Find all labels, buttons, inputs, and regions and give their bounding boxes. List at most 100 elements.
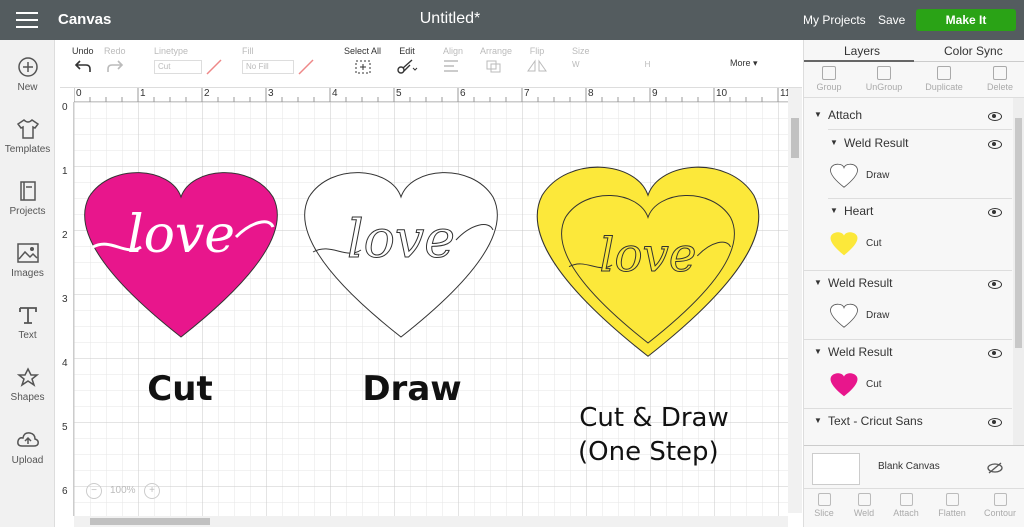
canvas-horizontal-scrollbar[interactable] [74, 516, 788, 527]
select-all-button[interactable]: Select All [344, 46, 381, 77]
chevron-down-icon[interactable]: ▼ [814, 416, 822, 425]
sidebar-item-images[interactable]: Images [0, 242, 55, 279]
my-projects-link[interactable]: My Projects [803, 13, 866, 27]
sidebar-label: New [17, 82, 38, 93]
more-label: More [730, 58, 751, 68]
make-it-button[interactable]: Make It [916, 9, 1016, 31]
shirt-icon [16, 119, 39, 139]
draw-label[interactable]: Draw [362, 369, 461, 409]
arrange-button[interactable]: Arrange [480, 46, 512, 75]
cut-draw-label[interactable]: Cut & Draw [579, 403, 729, 433]
zoom-in-icon[interactable]: + [144, 483, 160, 499]
blank-canvas-row[interactable]: Blank Canvas [804, 445, 1024, 488]
layer-group-weld-result[interactable]: ▼ Weld Result [804, 136, 1012, 156]
sidebar-item-projects[interactable]: Projects [0, 180, 55, 217]
align-label: Align [442, 46, 463, 56]
arrange-icon [486, 60, 501, 73]
redo-icon [106, 60, 123, 72]
fill-control[interactable]: Fill No Fill [242, 46, 315, 75]
sidebar-item-text[interactable]: Text [0, 304, 55, 341]
one-step-label[interactable]: (One Step) [578, 437, 719, 467]
size-w-label: W [572, 60, 580, 69]
scrollbar-thumb[interactable] [90, 518, 210, 525]
eye-icon[interactable] [988, 280, 1002, 289]
layers-scrollbar[interactable] [1013, 98, 1024, 445]
eye-icon[interactable] [988, 112, 1002, 121]
delete-button[interactable]: Delete [978, 66, 1022, 92]
cut-label[interactable]: Cut [147, 369, 212, 409]
weld-button[interactable]: Weld [844, 493, 884, 518]
text-icon [18, 307, 37, 324]
sidebar-label: Templates [4, 144, 51, 155]
layer-item-draw[interactable]: Draw [804, 302, 1012, 332]
size-control[interactable]: Size W H [572, 46, 650, 69]
slice-button[interactable]: Slice [804, 493, 844, 518]
scrollbar-thumb[interactable] [1015, 118, 1022, 348]
sidebar-label: Upload [11, 455, 44, 466]
chevron-down-icon[interactable]: ▼ [830, 206, 838, 215]
eye-icon[interactable] [988, 140, 1002, 149]
chevron-down-icon[interactable]: ▼ [814, 278, 822, 287]
contour-button[interactable]: Contour [980, 493, 1020, 518]
canvas-vertical-scrollbar[interactable] [788, 88, 802, 513]
blank-canvas-swatch[interactable] [812, 453, 860, 485]
linetype-select[interactable]: Cut [154, 60, 202, 75]
design-canvas[interactable]: 0 1 2 3 4 5 6 7 8 9 10 11 0 1 2 3 4 5 6 [60, 88, 802, 527]
duplicate-button[interactable]: Duplicate [922, 66, 966, 92]
fill-label: Fill [242, 46, 254, 56]
align-button[interactable]: Align [442, 46, 464, 75]
chevron-down-icon[interactable]: ▼ [814, 110, 822, 119]
scrollbar-thumb[interactable] [791, 118, 799, 158]
chevron-down-icon[interactable]: ▼ [814, 347, 822, 356]
edit-button[interactable]: Edit [396, 46, 418, 77]
love-yellow-text: love [600, 228, 697, 282]
canvas-grid[interactable]: love love love Cut Draw Cut & Draw (One … [74, 102, 788, 516]
eye-hidden-icon[interactable] [987, 462, 1003, 474]
layer-item-cut[interactable]: Cut [804, 230, 1012, 260]
layer-group-weld-result[interactable]: ▼ Weld Result [804, 345, 1012, 365]
layer-label: Draw [866, 170, 890, 181]
size-h-label: H [644, 60, 651, 69]
redo-button[interactable]: Redo [104, 46, 126, 75]
ruler-number: 1 [62, 166, 68, 177]
group-button[interactable]: Group [807, 66, 851, 92]
attach-button[interactable]: Attach [886, 493, 926, 518]
sidebar-item-new[interactable]: New [0, 56, 55, 93]
chevron-down-icon[interactable]: ▼ [830, 138, 838, 147]
layer-group-attach[interactable]: ▼ Attach [804, 108, 1012, 128]
layer-group-weld-result[interactable]: ▼ Weld Result [804, 276, 1012, 296]
flip-icon [527, 59, 547, 72]
sidebar-item-shapes[interactable]: Shapes [0, 366, 55, 403]
scissors-icon [397, 59, 418, 74]
document-title[interactable]: Untitled* [0, 10, 900, 28]
sidebar-item-templates[interactable]: Templates [0, 118, 55, 155]
slice-label: Slice [814, 508, 834, 518]
heart-outline-thumbnail [830, 303, 858, 328]
zoom-out-icon[interactable]: − [86, 483, 102, 499]
fill-select[interactable]: No Fill [242, 60, 294, 75]
chevron-down-icon: ▾ [753, 58, 758, 68]
more-dropdown[interactable]: More ▾ [730, 58, 758, 69]
ungroup-button[interactable]: UnGroup [862, 66, 906, 92]
eye-icon[interactable] [988, 349, 1002, 358]
image-icon [16, 243, 39, 263]
sidebar-item-upload[interactable]: Upload [0, 429, 55, 466]
tab-layers[interactable]: Layers [844, 44, 880, 58]
layer-group-heart[interactable]: ▼ Heart [804, 204, 1012, 224]
weld-icon [857, 493, 871, 506]
linetype-control[interactable]: Linetype Cut [154, 46, 223, 75]
flatten-button[interactable]: Flatten [932, 493, 972, 518]
undo-button[interactable]: Undo [72, 46, 94, 75]
ruler-number: 10 [716, 88, 728, 99]
layer-group-text[interactable]: ▼ Text - Cricut Sans [804, 414, 1012, 434]
save-button[interactable]: Save [878, 13, 905, 27]
sidebar-label: Shapes [10, 392, 45, 403]
layer-item-draw[interactable]: Draw [804, 162, 1012, 192]
flip-button[interactable]: Flip [526, 46, 548, 75]
tab-color-sync[interactable]: Color Sync [944, 44, 1003, 58]
contour-label: Contour [983, 508, 1017, 518]
eye-icon[interactable] [988, 418, 1002, 427]
slice-icon [817, 493, 831, 506]
layer-item-cut[interactable]: Cut [804, 371, 1012, 401]
eye-icon[interactable] [988, 208, 1002, 217]
